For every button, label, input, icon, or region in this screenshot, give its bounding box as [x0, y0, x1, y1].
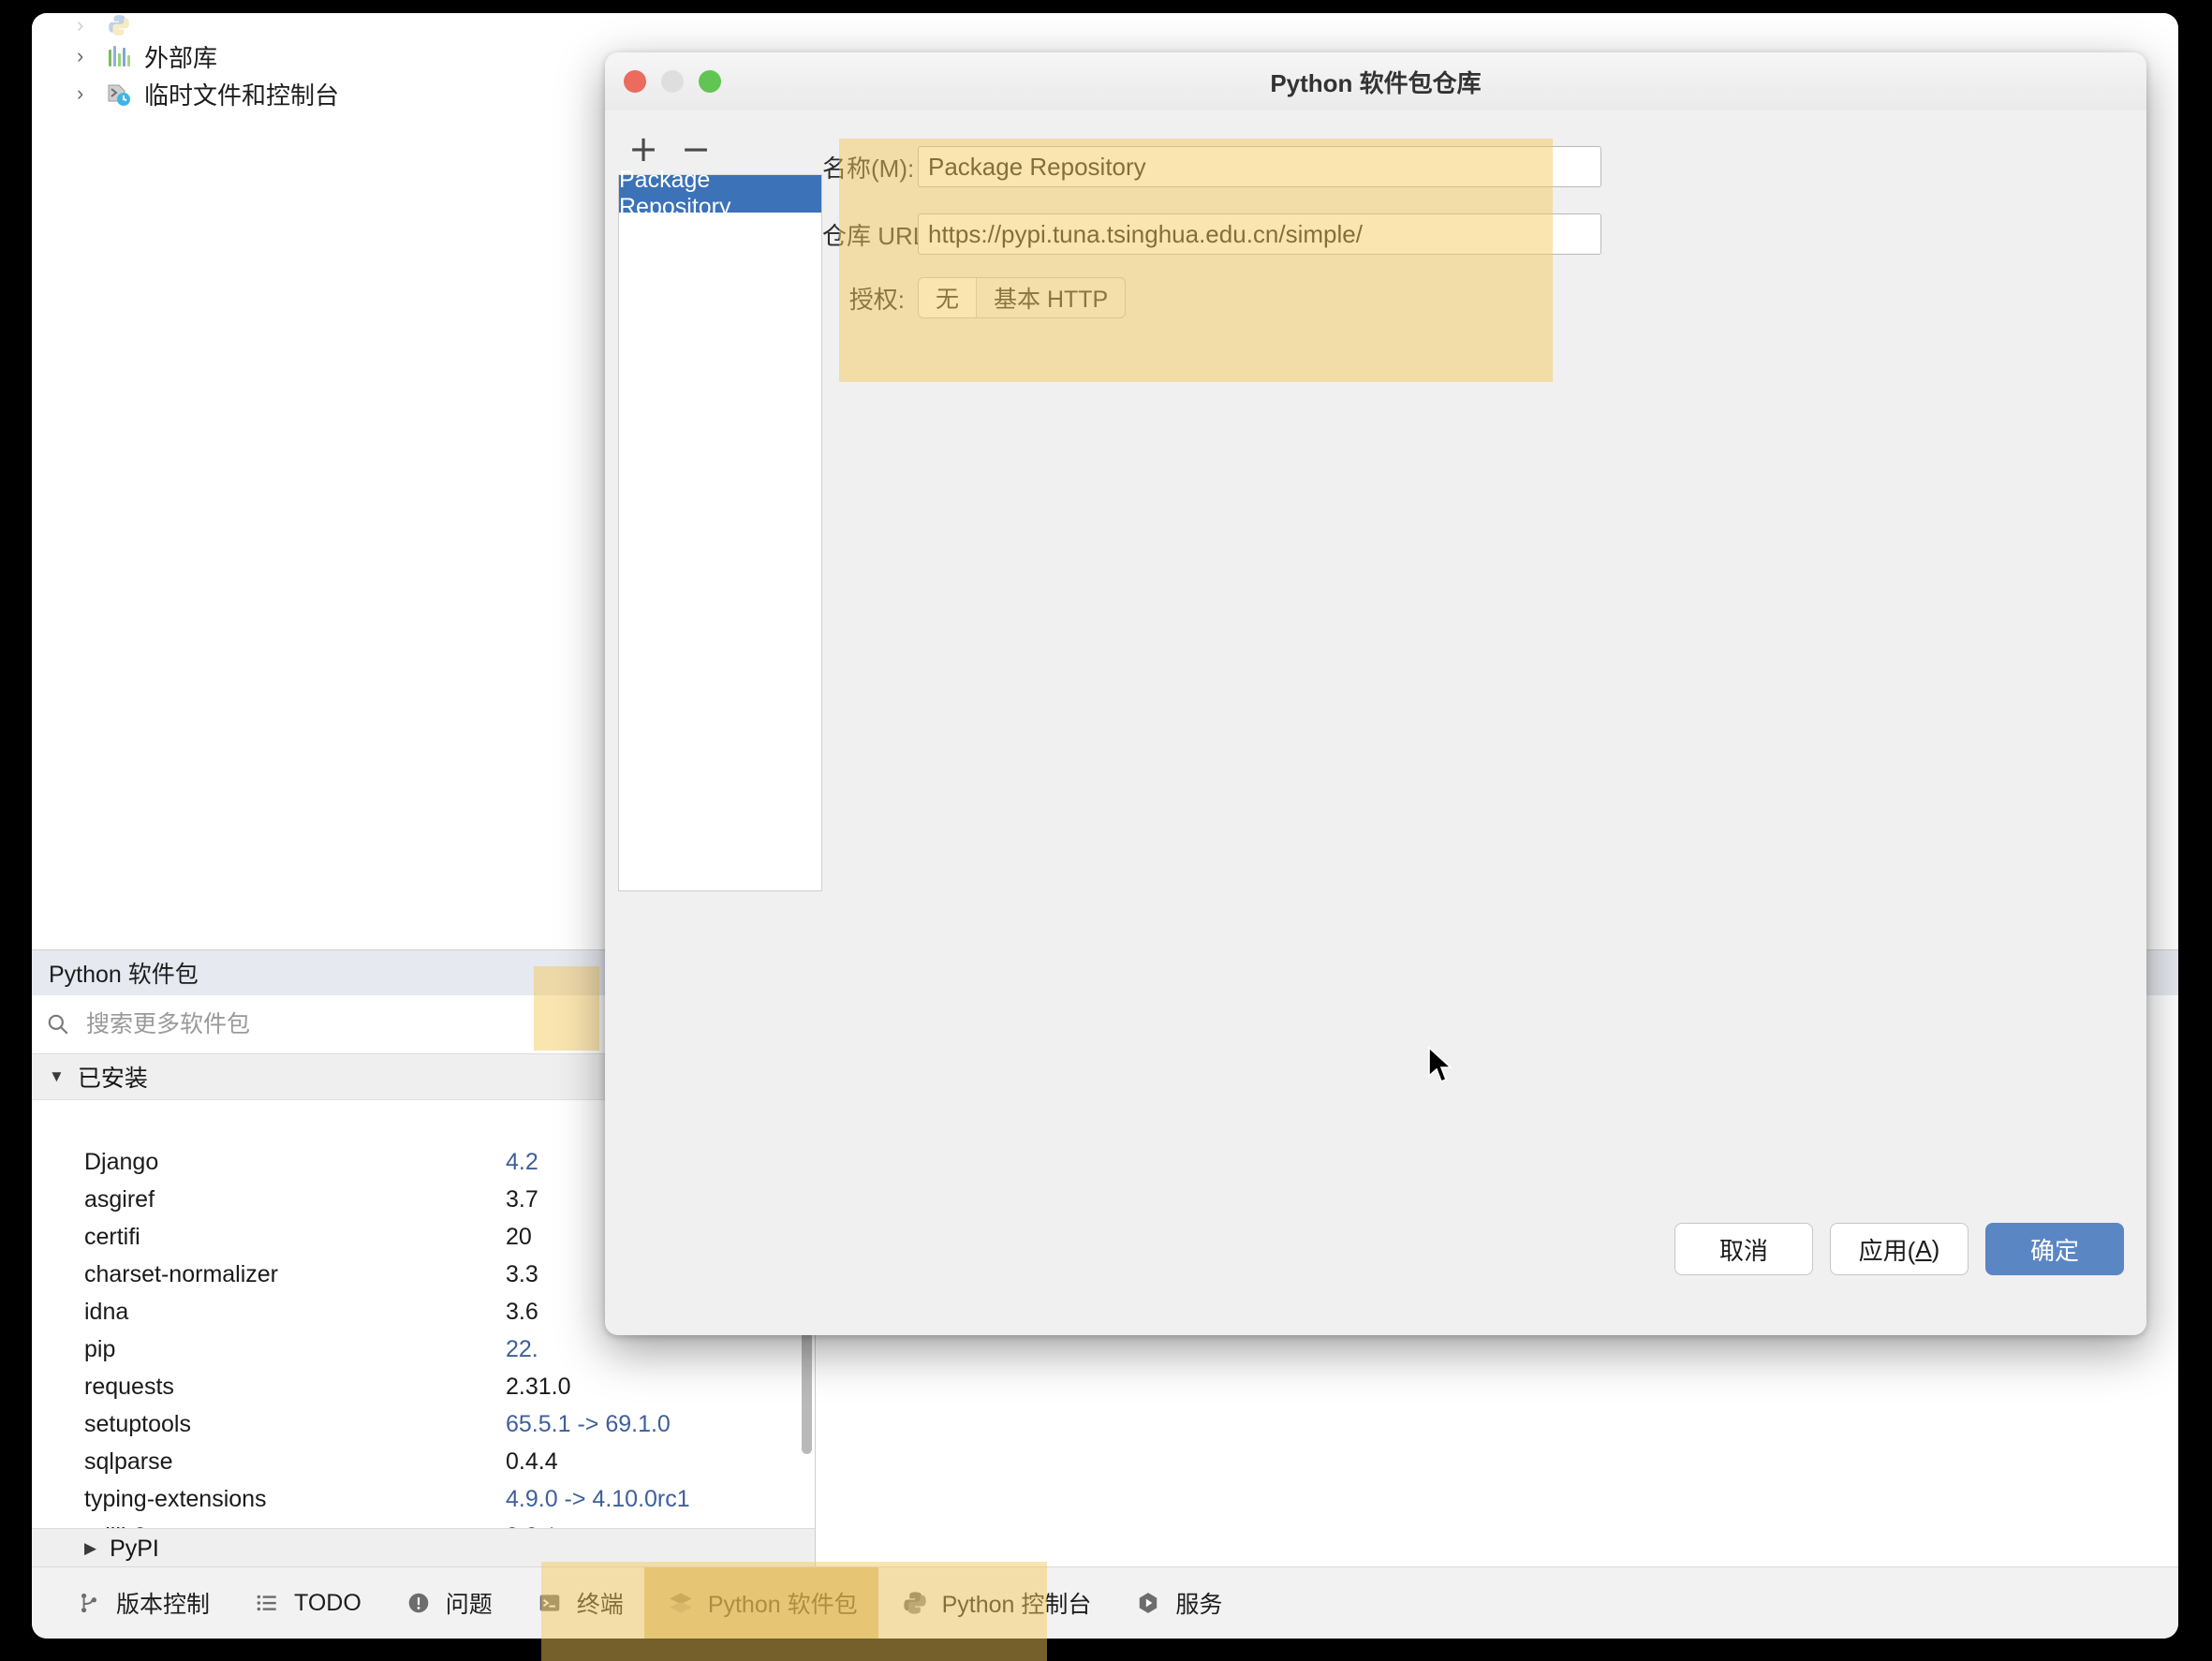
statusbar-item-terminal[interactable]: 终端: [513, 1567, 644, 1639]
repository-list-panel: + − Package Repository: [618, 124, 822, 891]
package-repository-dialog: Python 软件包仓库 + − Package Repository 名称(M…: [605, 52, 2146, 1335]
package-name: asgiref: [84, 1186, 506, 1213]
statusbar-item-label: Python 控制台: [942, 1586, 1092, 1620]
url-row: 仓库 URL: https://pypi.tuna.tsinghua.edu.c…: [822, 213, 1601, 255]
maximize-button[interactable]: [699, 70, 721, 93]
package-version: 0.4.4: [506, 1448, 815, 1476]
apply-suffix: ): [1932, 1235, 1940, 1264]
statusbar-item-label: 问题: [446, 1586, 493, 1620]
pypi-label: PyPI: [110, 1536, 159, 1563]
apply-prefix: 应用(: [1859, 1232, 1916, 1267]
tree-row-label: 外部库: [144, 39, 217, 74]
auth-option-none[interactable]: 无: [919, 278, 977, 317]
tree-row-label: 临时文件和控制台: [144, 77, 339, 111]
repository-list[interactable]: Package Repository: [618, 174, 822, 891]
tree-row-scratches-consoles[interactable]: › 临时文件和控制台: [32, 75, 657, 112]
pypi-section-header[interactable]: ▶ PyPI: [32, 1528, 815, 1568]
apply-mnemonic: A: [1915, 1235, 1931, 1264]
auth-row: 授权: 无 基本 HTTP: [822, 277, 1126, 318]
chevron-right-icon[interactable]: ›: [77, 15, 97, 36]
dialog-title-bar: Python 软件包仓库: [605, 52, 2146, 111]
package-name: charset-normalizer: [84, 1261, 506, 1288]
package-name: Django: [84, 1149, 506, 1176]
name-row: 名称(M): Package Repository: [822, 146, 1601, 187]
package-name: idna: [84, 1299, 506, 1326]
url-field[interactable]: https://pypi.tuna.tsinghua.edu.cn/simple…: [918, 213, 1601, 255]
branch-icon: [73, 1587, 105, 1619]
search-icon: [32, 1012, 84, 1036]
package-version: 65.5.1 -> 69.1.0: [506, 1411, 815, 1438]
scratches-consoles-icon: [105, 80, 133, 108]
statusbar-item-services[interactable]: 服务: [1112, 1567, 1243, 1639]
terminal-icon: [534, 1587, 566, 1619]
remove-repository-button[interactable]: −: [680, 131, 712, 167]
auth-option-basic-http[interactable]: 基本 HTTP: [977, 278, 1125, 317]
add-repository-button[interactable]: +: [627, 131, 659, 167]
name-label: 名称(M):: [822, 150, 905, 184]
installed-label: 已安装: [78, 1060, 148, 1094]
statusbar-item-todo[interactable]: TODO: [230, 1567, 382, 1639]
play-icon: [1132, 1587, 1164, 1619]
chevron-right-icon[interactable]: ›: [77, 46, 97, 66]
warning-icon: [403, 1587, 435, 1619]
statusbar-item-label: 终端: [577, 1586, 624, 1620]
tree-row-external-libraries[interactable]: › 外部库: [32, 37, 657, 75]
status-bar: 版本控制 TODO: [32, 1566, 2178, 1639]
table-row[interactable]: requests 2.31.0: [32, 1368, 815, 1405]
table-row[interactable]: pip 22.: [32, 1330, 815, 1368]
python-icon: [899, 1587, 931, 1619]
layers-icon: [665, 1587, 697, 1619]
dialog-button-group: 取消 应用(A) 确定: [1674, 1223, 2124, 1275]
statusbar-item-version-control[interactable]: 版本控制: [52, 1567, 230, 1639]
list-item[interactable]: Package Repository: [619, 175, 821, 213]
screen: › › 外部库: [0, 0, 2212, 1661]
apply-button[interactable]: 应用(A): [1830, 1223, 1969, 1275]
project-tree-panel[interactable]: › › 外部库: [32, 13, 658, 949]
repository-form: 名称(M): Package Repository 仓库 URL: https:…: [822, 110, 2146, 1335]
statusbar-item-label: 服务: [1175, 1586, 1222, 1620]
close-button[interactable]: [624, 70, 646, 93]
dialog-footer: 取消 应用(A) 确定: [605, 1195, 2146, 1335]
package-name: setuptools: [84, 1411, 506, 1438]
url-label: 仓库 URL:: [822, 217, 905, 252]
name-field[interactable]: Package Repository: [918, 146, 1601, 187]
package-version: 22.: [506, 1336, 815, 1363]
chevron-right-icon: ▶: [84, 1539, 96, 1558]
table-row[interactable]: typing-extensions 4.9.0 -> 4.10.0rc1: [32, 1480, 815, 1518]
package-name: requests: [84, 1374, 506, 1401]
window-controls: [624, 70, 721, 93]
chevron-right-icon[interactable]: ›: [77, 83, 97, 104]
package-version: 2.31.0: [506, 1374, 815, 1401]
dialog-title: Python 软件包仓库: [605, 65, 2146, 99]
tree-row[interactable]: ›: [32, 13, 657, 37]
table-row[interactable]: setuptools 65.5.1 -> 69.1.0: [32, 1405, 815, 1443]
dialog-body: + − Package Repository 名称(M): Package Re…: [605, 110, 2146, 1335]
statusbar-item-label: TODO: [294, 1590, 361, 1617]
minimize-button[interactable]: [661, 70, 684, 93]
list-icon: [251, 1587, 283, 1619]
statusbar-item-python-packages[interactable]: Python 软件包: [644, 1567, 878, 1639]
auth-segmented-control[interactable]: 无 基本 HTTP: [918, 277, 1126, 318]
python-file-icon: [105, 13, 133, 37]
package-version: 4.9.0 -> 4.10.0rc1: [506, 1486, 815, 1513]
statusbar-item-problems[interactable]: 问题: [382, 1567, 513, 1639]
statusbar-item-label: Python 软件包: [708, 1586, 858, 1620]
package-name: sqlparse: [84, 1448, 506, 1476]
package-name: typing-extensions: [84, 1486, 506, 1513]
ok-button[interactable]: 确定: [1985, 1223, 2124, 1275]
package-name: pip: [84, 1336, 506, 1363]
cancel-button[interactable]: 取消: [1674, 1223, 1813, 1275]
chevron-down-icon: ▼: [49, 1067, 65, 1086]
package-name: certifi: [84, 1224, 506, 1251]
auth-label: 授权:: [822, 281, 905, 316]
statusbar-item-python-console[interactable]: Python 控制台: [878, 1567, 1113, 1639]
external-libraries-icon: [105, 42, 133, 70]
statusbar-item-label: 版本控制: [116, 1586, 210, 1620]
table-row[interactable]: sqlparse 0.4.4: [32, 1443, 815, 1480]
